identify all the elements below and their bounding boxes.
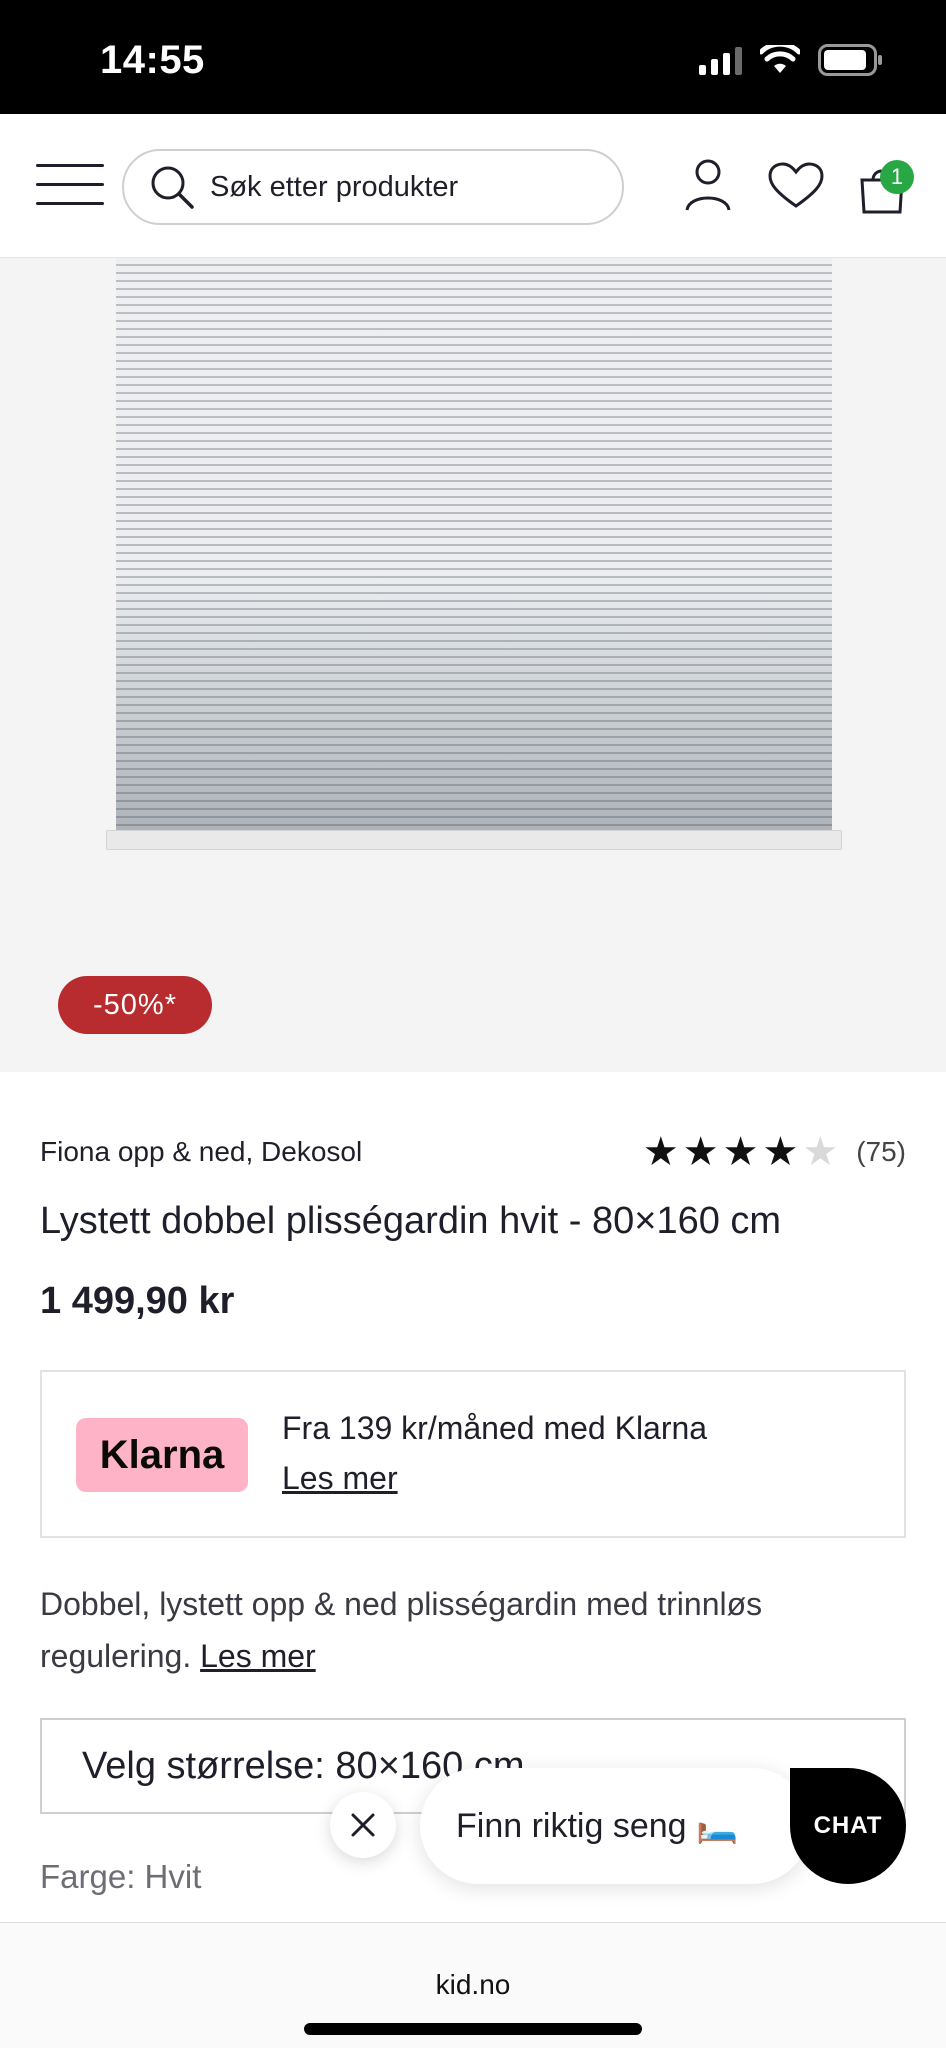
- chat-button[interactable]: CHAT: [790, 1768, 906, 1884]
- discount-badge: -50%*: [58, 976, 212, 1034]
- blind-bottom-rail: [106, 830, 842, 850]
- product-price: 1 499,90 kr: [40, 1280, 235, 1322]
- site-header: 1: [0, 114, 946, 258]
- product-brand: Fiona opp & ned, Dekosol: [40, 1136, 363, 1167]
- color-value: Hvit: [144, 1858, 202, 1895]
- product-description: Dobbel, lystett opp & ned plisségardin m…: [40, 1578, 900, 1682]
- home-indicator: [304, 2023, 642, 2035]
- pleated-blind-image: [116, 258, 832, 830]
- star-icon: ★: [642, 1130, 679, 1174]
- status-icons: [699, 44, 884, 76]
- cart-count-badge: 1: [880, 160, 914, 194]
- color-row: Farge: Hvit: [40, 1858, 201, 1896]
- browser-bottom-bar: kid.no: [0, 1922, 946, 2048]
- heart-icon: [768, 162, 824, 208]
- account-button[interactable]: [684, 158, 732, 217]
- star-icon: ★: [682, 1130, 719, 1174]
- star-icon: ★: [722, 1130, 759, 1174]
- description-text: Dobbel, lystett opp & ned plisségardin m…: [40, 1586, 763, 1674]
- rating-count: (75): [856, 1136, 906, 1167]
- klarna-financing-box: Klarna Fra 139 kr/måned med Klarna Les m…: [40, 1370, 906, 1538]
- wifi-icon: [760, 45, 800, 73]
- klarna-text: Fra 139 kr/måned med Klarna: [282, 1410, 708, 1446]
- status-bar: 14:55: [0, 0, 946, 114]
- product-image[interactable]: -50%*: [0, 258, 946, 1072]
- klarna-logo: Klarna: [76, 1418, 248, 1492]
- color-label: Farge:: [40, 1858, 136, 1895]
- search-icon: [151, 166, 194, 209]
- close-icon: [351, 1813, 375, 1837]
- find-bed-prompt[interactable]: Finn riktig seng 🛏️: [420, 1768, 810, 1884]
- find-bed-text: Finn riktig seng 🛏️: [456, 1807, 739, 1845]
- search-bar[interactable]: [122, 149, 624, 225]
- close-bubble-button[interactable]: [330, 1792, 396, 1858]
- menu-button[interactable]: [36, 162, 104, 208]
- status-time: 14:55: [100, 38, 205, 82]
- user-icon: [685, 159, 731, 211]
- klarna-read-more-link[interactable]: Les mer: [282, 1460, 398, 1497]
- url-label[interactable]: kid.no: [0, 1969, 946, 2001]
- wishlist-button[interactable]: [768, 162, 824, 215]
- star-empty-icon: ★: [802, 1130, 839, 1174]
- cellular-signal-icon: [699, 45, 742, 75]
- product-rating[interactable]: ★ ★ ★ ★ ★ (75): [643, 1132, 906, 1172]
- description-read-more-link[interactable]: Les mer: [200, 1638, 316, 1674]
- search-input[interactable]: [210, 170, 610, 204]
- star-icon: ★: [762, 1130, 799, 1174]
- cart-button[interactable]: 1: [858, 160, 914, 219]
- product-title: Lystett dobbel plisségardin hvit - 80×16…: [40, 1200, 782, 1242]
- battery-icon: [818, 44, 882, 76]
